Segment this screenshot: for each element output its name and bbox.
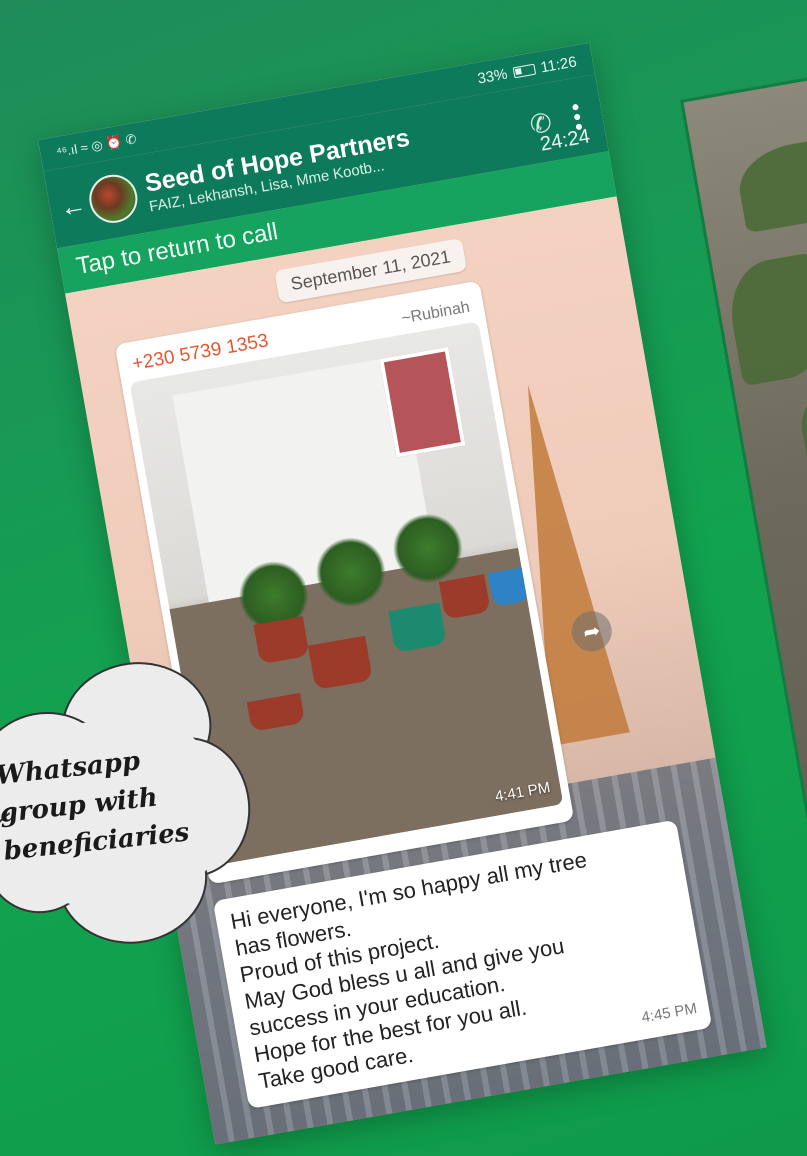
plant (387, 507, 469, 590)
battery-percent: 33% (476, 65, 509, 88)
callout-cloud: Whatsapp group with beneficiaries (0, 652, 264, 969)
whatsapp-chat-screen: ⁴⁶.ıl ≈ ◎ ⏰ ✆ 33% 11:26 ← Seed of Hope P… (38, 42, 767, 1145)
arrow-left-icon[interactable]: ← (57, 188, 92, 224)
callout-text: Whatsapp group with beneficiaries (0, 734, 225, 870)
slide-canvas: ⌄ ⁴⁶.ıl ≈ ◎ ⏰ ✆ 33% 11:26 ← Seed of Hope… (0, 0, 807, 1156)
plant (310, 531, 392, 613)
battery-icon (512, 63, 536, 78)
clock: 11:26 (539, 52, 578, 76)
group-avatar[interactable] (85, 171, 142, 227)
